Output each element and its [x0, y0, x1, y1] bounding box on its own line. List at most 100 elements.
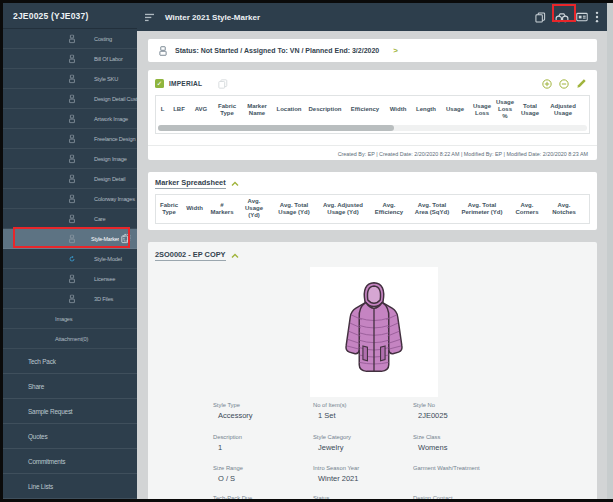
horizontal-scrollbar[interactable] — [158, 125, 587, 131]
sidebar-item-care[interactable]: Care — [3, 209, 137, 229]
column-header[interactable]: Avg. Total Perimeter (Yd) — [455, 195, 509, 223]
field-label: Garment Wash/Treatment — [413, 465, 553, 472]
sidebar-item-commitments[interactable]: Commitments — [3, 449, 137, 474]
chevron-right-icon[interactable]: > — [393, 46, 398, 55]
field-label: Style No — [413, 402, 553, 409]
sidebar-item-licensee[interactable]: Licensee — [3, 269, 137, 289]
sidebar-item-label: Sample Request — [28, 408, 72, 415]
sidebar-item-label: Costing — [94, 36, 112, 42]
column-header[interactable]: Avg. Efficiency — [369, 195, 409, 223]
column-header[interactable]: Fabric Type — [156, 195, 182, 223]
column-header[interactable]: LBF — [169, 96, 189, 124]
node-icon — [69, 114, 75, 123]
column-header[interactable]: Width — [182, 195, 207, 223]
sidebar-item-label: Bill Of Labor — [94, 56, 123, 62]
sidebar-item-bill-of-labor[interactable]: Bill Of Labor — [3, 49, 137, 69]
collapse-caret-icon[interactable] — [231, 181, 239, 187]
copy-icon[interactable] — [119, 233, 131, 244]
field-label: Style Type — [213, 402, 313, 409]
remove-row-icon[interactable] — [559, 79, 569, 89]
node-icon — [69, 274, 75, 283]
sidebar-item-share[interactable]: Share — [3, 374, 137, 399]
sidebar-item-artwork-image[interactable]: Artwork Image — [3, 109, 137, 129]
field-value: Accessory — [218, 411, 313, 420]
sidebar-item-images[interactable]: Images — [3, 309, 137, 329]
sidebar-item-label: Quotes — [28, 433, 47, 440]
column-header[interactable]: Avg. Corners — [509, 195, 545, 223]
sidebar-item-label: Style-Marker — [91, 236, 119, 242]
imperial-label: IMPERIAL — [169, 80, 202, 87]
sidebar-item-style-sku[interactable]: Style SKU — [3, 69, 137, 89]
status-bar[interactable]: Status: Not Started / Assigned To: VN / … — [148, 39, 597, 62]
column-header[interactable]: Usage Loss % — [495, 96, 515, 124]
column-header[interactable]: Fabric Type — [213, 96, 241, 124]
sidebar-item-tech-pack[interactable]: Tech Pack — [3, 349, 137, 374]
sidebar-item-style-marker[interactable]: Style-Marker — [3, 229, 137, 249]
sidebar-item-attachment-0-[interactable]: Attachment(0) — [3, 329, 137, 349]
sidebar-item-quotes[interactable]: Quotes — [3, 424, 137, 449]
field-label: Tech-Pack Due — [213, 495, 313, 500]
sidebar-item-line-lists[interactable]: Line Lists — [3, 474, 137, 499]
field-value: 1 Set — [318, 411, 413, 420]
column-header[interactable]: Avg. Total Usage (Yd) — [271, 195, 317, 223]
monitor-icon[interactable] — [576, 12, 588, 23]
sidebar-item-design-image[interactable]: Design Image — [3, 149, 137, 169]
column-header[interactable]: Length — [411, 96, 441, 124]
binoculars-icon[interactable] — [555, 12, 569, 23]
field-label: No of Item(s) — [313, 402, 413, 409]
sidebar-item-label: Style-Model — [94, 256, 122, 262]
column-header[interactable]: Avg. Notches — [545, 195, 583, 223]
sidebar-item-design-detail[interactable]: Design Detail — [3, 169, 137, 189]
column-header[interactable]: Marker Name — [241, 96, 273, 124]
imperial-checkbox[interactable]: ✓ — [155, 79, 164, 88]
field-label: Style Category — [313, 434, 413, 441]
column-header[interactable]: AVG — [189, 96, 213, 124]
column-header[interactable]: Description — [305, 96, 345, 124]
node-icon — [69, 174, 75, 183]
sidebar-item-freelance-design[interactable]: Freelance Design — [3, 129, 137, 149]
node-icon — [69, 294, 75, 303]
sidebar-item-sample-request[interactable]: Sample Request — [3, 399, 137, 424]
node-icon — [69, 94, 75, 103]
style-section-title: 2SO0002 - EP COPY — [155, 250, 226, 261]
main-area: Winter 2021 Style-Marker — [137, 3, 613, 499]
status-text: Status: Not Started / Assigned To: VN / … — [175, 47, 379, 54]
node-icon — [69, 74, 75, 83]
column-header[interactable]: Usage — [441, 96, 469, 124]
vertical-scrollbar[interactable] — [607, 3, 613, 499]
column-header[interactable]: Adjusted Usage — [545, 96, 581, 124]
column-header[interactable]: # Markers — [207, 195, 237, 223]
add-row-icon[interactable] — [542, 79, 552, 89]
sidebar-item-design-detail-custom[interactable]: Design Detail Custom — [3, 89, 137, 109]
field-value: Jewelry — [318, 443, 413, 452]
collapse-caret-icon[interactable] — [231, 253, 239, 259]
copy-icon[interactable] — [535, 12, 546, 23]
sidebar-item-3d-files[interactable]: 3D Files — [3, 289, 137, 309]
sidebar-item-label: Design Image — [94, 156, 127, 162]
column-header[interactable]: Width — [385, 96, 411, 124]
node-icon — [69, 234, 75, 243]
sidebar-item-label: Tech Pack — [28, 358, 56, 365]
copy-icon[interactable] — [218, 79, 228, 89]
jacket-illustration — [333, 280, 415, 384]
column-header[interactable]: Efficiency — [345, 96, 385, 124]
column-header[interactable]: Usage Loss — [469, 96, 495, 124]
sidebar-item-costing[interactable]: Costing — [3, 29, 137, 49]
node-icon — [69, 194, 75, 203]
column-header[interactable]: Total Usage — [515, 96, 545, 124]
marker-spreadsheet-panel: Marker Spreadsheet Fabric TypeWidth# Mar… — [148, 172, 597, 230]
sidebar-item-label: Artwork Image — [94, 116, 128, 122]
sidebar-item-style-model[interactable]: Style-Model — [3, 249, 137, 269]
kebab-menu-icon[interactable] — [595, 11, 599, 23]
column-header[interactable]: Avg. Total Area (SqYd) — [409, 195, 455, 223]
column-header[interactable]: Avg. Adjusted Usage (Yd) — [317, 195, 369, 223]
column-header[interactable]: L — [156, 96, 169, 124]
edit-pencil-icon[interactable] — [576, 78, 587, 89]
column-header[interactable]: Avg. Usage (Yd) — [237, 195, 271, 223]
sidebar-item-label: Care — [94, 216, 106, 222]
collapse-menu-icon[interactable] — [145, 13, 156, 22]
sidebar-item-colorway-images[interactable]: Colorway Images — [3, 189, 137, 209]
column-header[interactable]: Location — [273, 96, 305, 124]
sidebar-item-label: Colorway Images — [94, 196, 135, 202]
sidebar-item-label: Design Detail — [94, 176, 125, 182]
